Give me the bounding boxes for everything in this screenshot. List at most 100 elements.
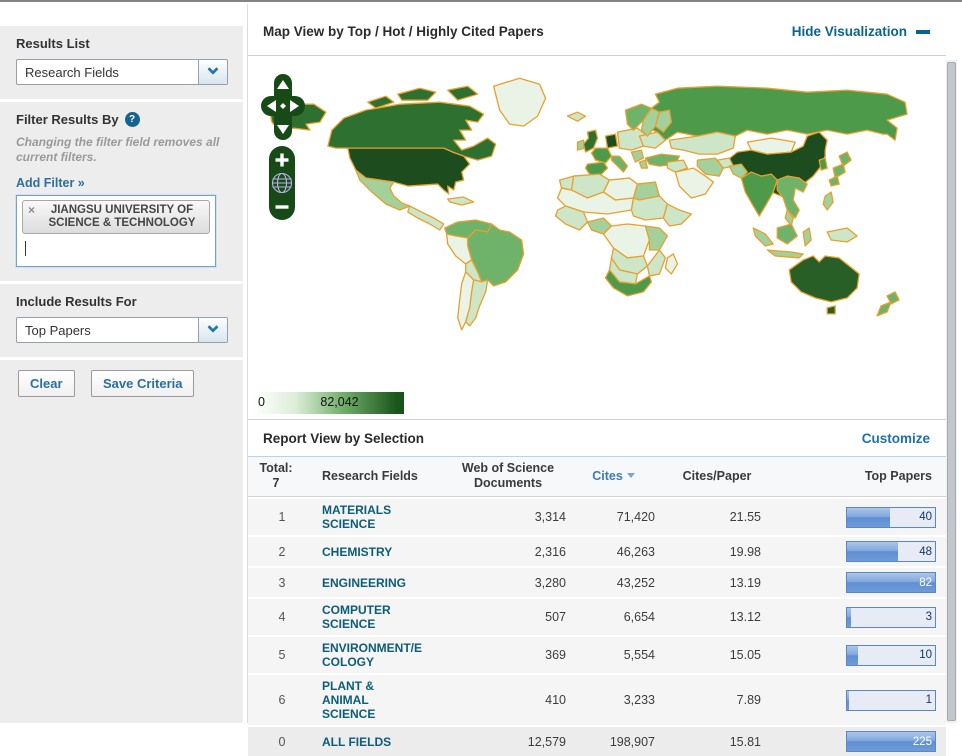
include-results-select[interactable]: Top Papers bbox=[16, 317, 228, 343]
country-shapes[interactable] bbox=[270, 78, 907, 330]
field-link[interactable]: CHEMISTRY bbox=[304, 545, 422, 559]
dropdown-arrow-box[interactable] bbox=[198, 60, 227, 84]
table-row: 4 COMPUTER SCIENCE 507 6,654 13.12 3 bbox=[248, 599, 946, 635]
report-title: Report View by Selection bbox=[263, 431, 424, 446]
results-list-value: Research Fields bbox=[17, 65, 119, 80]
col-wos-documents: Web of Science Documents bbox=[436, 461, 566, 491]
legend-row: 0 82,042 bbox=[248, 392, 946, 419]
map-pan-control[interactable] bbox=[261, 74, 305, 140]
field-link[interactable]: PLANT & ANIMAL SCIENCE bbox=[304, 679, 422, 721]
save-criteria-button[interactable]: Save Criteria bbox=[91, 370, 195, 397]
field-link[interactable]: ALL FIELDS bbox=[304, 735, 422, 749]
filter-sidebar: Results List Research Fields Filter Resu… bbox=[0, 4, 243, 723]
sort-desc-icon bbox=[627, 473, 635, 478]
field-link[interactable]: COMPUTER SCIENCE bbox=[304, 603, 422, 631]
col-research-fields: Research Fields bbox=[304, 469, 436, 483]
report-header: Report View by Selection Customize bbox=[248, 420, 946, 456]
col-cites-per-paper: Cites/Paper bbox=[661, 469, 773, 483]
cites-per-paper-value: 21.55 bbox=[661, 510, 773, 524]
help-icon[interactable]: ? bbox=[125, 112, 140, 127]
row-rank: 4 bbox=[248, 610, 304, 624]
actions-section: Clear Save Criteria bbox=[0, 360, 243, 723]
filter-note: Changing the filter field removes all cu… bbox=[16, 135, 228, 165]
total-count: Total: 7 bbox=[248, 461, 304, 491]
row-rank: 1 bbox=[248, 510, 304, 524]
collapse-icon bbox=[916, 30, 930, 34]
docs-value: 410 bbox=[436, 693, 566, 707]
cites-value: 71,420 bbox=[566, 510, 661, 524]
table-row: 6 PLANT & ANIMAL SCIENCE 410 3,233 7.89 … bbox=[248, 675, 946, 725]
results-list-section: Results List Research Fields bbox=[0, 26, 243, 99]
cites-value: 43,252 bbox=[566, 576, 661, 590]
top-papers-bar: 40 bbox=[846, 507, 936, 528]
cites-value: 5,554 bbox=[566, 648, 661, 662]
filter-results-by-label: Filter Results By bbox=[16, 112, 119, 127]
legend-min: 0 bbox=[258, 395, 265, 409]
cites-per-paper-value: 13.19 bbox=[661, 576, 773, 590]
customize-link[interactable]: Customize bbox=[862, 431, 930, 446]
results-list-select[interactable]: Research Fields bbox=[16, 59, 228, 85]
cites-per-paper-value: 15.81 bbox=[661, 735, 773, 749]
results-list-label: Results List bbox=[16, 36, 228, 51]
add-filter-link[interactable]: Add Filter » bbox=[16, 176, 85, 190]
filter-tag[interactable]: × JIANGSU UNIVERSITY OF SCIENCE & TECHNO… bbox=[22, 200, 210, 234]
docs-value: 2,316 bbox=[436, 545, 566, 559]
chevron-down-icon bbox=[207, 322, 218, 333]
table-row: 2 CHEMISTRY 2,316 46,263 19.98 48 bbox=[248, 537, 946, 566]
include-results-section: Include Results For Top Papers bbox=[0, 284, 243, 357]
table-row: 3 ENGINEERING 3,280 43,252 13.19 82 bbox=[248, 568, 946, 597]
field-link[interactable]: ENGINEERING bbox=[304, 576, 422, 590]
docs-value: 3,314 bbox=[436, 510, 566, 524]
cites-per-paper-value: 19.98 bbox=[661, 545, 773, 559]
docs-value: 3,280 bbox=[436, 576, 566, 590]
cites-value: 6,654 bbox=[566, 610, 661, 624]
vertical-scrollbar[interactable] bbox=[946, 60, 957, 723]
scrollbar-thumb[interactable] bbox=[947, 62, 956, 721]
row-rank: 2 bbox=[248, 545, 304, 559]
filter-tag-label: JIANGSU UNIVERSITY OF SCIENCE & TECHNOLO… bbox=[49, 204, 196, 229]
main-panel: Map View by Top / Hot / Highly Cited Pap… bbox=[247, 4, 946, 723]
table-row: 5 ENVIRONMENT/ECOLOGY 369 5,554 15.05 10 bbox=[248, 637, 946, 673]
map-zoom-control[interactable] bbox=[269, 146, 295, 220]
top-papers-bar: 1 bbox=[846, 690, 936, 711]
include-results-value: Top Papers bbox=[17, 323, 91, 338]
table-row-all-fields: 0 ALL FIELDS 12,579 198,907 15.81 225 bbox=[248, 727, 946, 756]
row-rank: 5 bbox=[248, 648, 304, 662]
text-caret bbox=[25, 241, 26, 256]
docs-value: 369 bbox=[436, 648, 566, 662]
legend-max: 82,042 bbox=[320, 395, 358, 409]
table-header: Total: 7 Research Fields Web of Science … bbox=[248, 456, 946, 497]
col-cites-sort[interactable]: Cites bbox=[566, 469, 661, 483]
field-link[interactable]: ENVIRONMENT/ECOLOGY bbox=[304, 641, 422, 669]
top-papers-bar: 225 bbox=[846, 731, 936, 752]
cites-per-paper-value: 15.05 bbox=[661, 648, 773, 662]
map-header: Map View by Top / Hot / Highly Cited Pap… bbox=[248, 4, 946, 56]
remove-filter-icon[interactable]: × bbox=[28, 204, 35, 217]
cites-per-paper-value: 13.12 bbox=[661, 610, 773, 624]
map-color-legend: 0 82,042 bbox=[254, 392, 404, 414]
clear-button[interactable]: Clear bbox=[18, 370, 75, 397]
hide-visualization-link[interactable]: Hide Visualization bbox=[792, 24, 930, 39]
top-papers-bar: 10 bbox=[846, 645, 936, 666]
choropleth-map[interactable] bbox=[248, 60, 946, 392]
docs-value: 12,579 bbox=[436, 735, 566, 749]
include-results-label: Include Results For bbox=[16, 294, 228, 309]
dropdown-arrow-box[interactable] bbox=[198, 318, 227, 342]
map-title: Map View by Top / Hot / Highly Cited Pap… bbox=[263, 24, 544, 39]
cites-per-paper-value: 7.89 bbox=[661, 693, 773, 707]
top-papers-bar: 82 bbox=[846, 572, 936, 593]
row-rank: 3 bbox=[248, 576, 304, 590]
cites-value: 198,907 bbox=[566, 735, 661, 749]
table-row: 1 MATERIALS SCIENCE 3,314 71,420 21.55 4… bbox=[248, 499, 946, 535]
chevron-down-icon bbox=[207, 64, 218, 75]
field-link[interactable]: MATERIALS SCIENCE bbox=[304, 503, 422, 531]
col-top-papers: Top Papers bbox=[773, 469, 946, 483]
docs-value: 507 bbox=[436, 610, 566, 624]
cites-value: 3,233 bbox=[566, 693, 661, 707]
world-map[interactable] bbox=[248, 56, 946, 392]
top-papers-bar: 3 bbox=[846, 607, 936, 628]
row-rank: 6 bbox=[248, 693, 304, 707]
top-papers-bar: 48 bbox=[846, 541, 936, 562]
filter-input-box[interactable]: × JIANGSU UNIVERSITY OF SCIENCE & TECHNO… bbox=[16, 195, 216, 267]
row-rank: 0 bbox=[248, 735, 304, 749]
